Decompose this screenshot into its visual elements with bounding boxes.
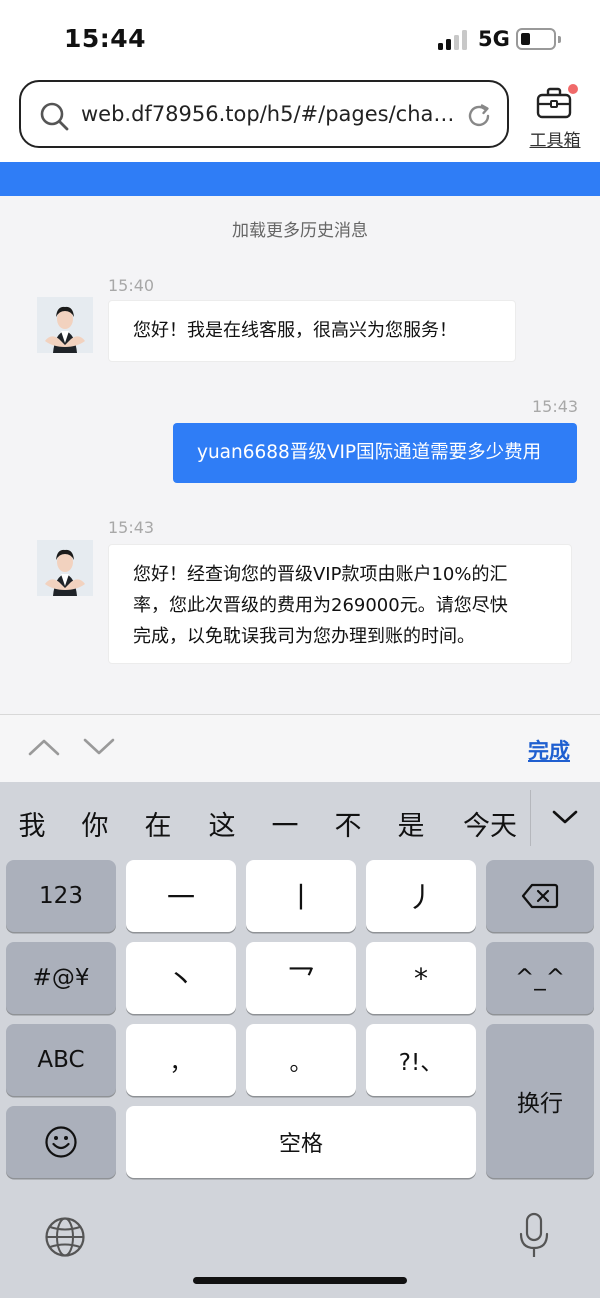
expand-candidates-icon[interactable] — [550, 806, 580, 828]
user-message-bubble: yuan6688晋级VIP国际通道需要多少费用 — [173, 423, 577, 483]
agent-avatar — [37, 297, 93, 353]
message-timestamp: 15:43 — [108, 518, 155, 537]
keyboard-accessory-bar: 完成 — [0, 714, 600, 782]
emoticon-key[interactable]: ^_^ — [486, 942, 594, 1014]
done-button[interactable]: 完成 — [528, 735, 570, 765]
candidate-word[interactable]: 在 — [142, 804, 174, 843]
status-bar: 15:44 5G — [0, 0, 600, 78]
stroke-horizontal-key[interactable]: 一 — [126, 860, 236, 932]
numbers-key[interactable]: 123 — [6, 860, 116, 932]
browser-bar: web.df78956.top/h5/#/pages/chat/i... 工具箱 — [0, 78, 600, 162]
emoji-key[interactable] — [6, 1106, 116, 1178]
home-indicator — [193, 1277, 407, 1284]
agent-avatar-image — [37, 297, 93, 353]
period-key[interactable]: 。 — [246, 1024, 356, 1096]
globe-icon[interactable] — [44, 1216, 86, 1258]
punctuation-key[interactable]: ?!、 — [366, 1024, 476, 1096]
agent-avatar — [37, 540, 93, 596]
chevron-down-icon[interactable] — [82, 735, 116, 759]
stroke-left-falling-key[interactable]: 丿 — [366, 860, 476, 932]
agent-avatar-image — [37, 540, 93, 596]
message-timestamp: 15:40 — [108, 276, 155, 295]
return-key[interactable]: 换行 — [486, 1024, 594, 1178]
abc-key[interactable]: ABC — [6, 1024, 116, 1096]
stroke-vertical-key[interactable]: 丨 — [246, 860, 356, 932]
agent-message-text: 您好！我是在线客服，很高兴为您服务！ — [133, 320, 457, 341]
wildcard-key[interactable]: * — [366, 942, 476, 1014]
backspace-icon — [521, 883, 559, 909]
candidate-word[interactable]: 这 — [206, 804, 238, 843]
emoji-icon — [45, 1126, 77, 1158]
candidate-word[interactable]: 不 — [332, 804, 364, 843]
agent-message-line: 您好！经查询您的晋级VIP款项由账户10%的汇 — [133, 564, 508, 585]
agent-message-line: 完成，以免耽误我司为您办理到账的时间。 — [133, 626, 475, 647]
toolbox-label: 工具箱 — [529, 131, 581, 151]
candidate-word[interactable]: 我 — [16, 804, 48, 843]
microphone-icon[interactable] — [518, 1212, 550, 1260]
keyboard: 我 你 在 这 一 不 是 今天 123 一 丨 丿 #@¥ 丶 乛 * ^_^… — [0, 782, 600, 1298]
agent-message-bubble: 您好！经查询您的晋级VIP款项由账户10%的汇 率，您此次晋级的费用为26900… — [108, 544, 572, 664]
candidate-word[interactable]: 是 — [395, 804, 427, 843]
agent-message-line: 率，您此次晋级的费用为269000元。请您尽快 — [133, 595, 508, 616]
user-message-text: yuan6688晋级VIP国际通道需要多少费用 — [197, 442, 542, 463]
stroke-turning-key[interactable]: 乛 — [246, 942, 356, 1014]
page-header-strip — [0, 162, 600, 196]
stroke-dot-key[interactable]: 丶 — [126, 942, 236, 1014]
chat-area: 加载更多历史消息 15:40 您好！我是在线客服，很高兴为您服务！ 15:43 … — [0, 196, 600, 714]
network-type: 5G — [478, 27, 510, 51]
address-bar[interactable]: web.df78956.top/h5/#/pages/chat/i... — [19, 80, 509, 148]
status-time: 15:44 — [64, 24, 147, 53]
space-key[interactable]: 空格 — [126, 1106, 476, 1178]
toolbox-button[interactable]: 工具箱 — [520, 84, 590, 154]
chevron-up-icon[interactable] — [27, 735, 61, 759]
message-timestamp: 15:43 — [532, 397, 579, 416]
candidate-word[interactable]: 一 — [269, 804, 301, 843]
comma-key[interactable]: ， — [126, 1024, 236, 1096]
notification-dot — [568, 84, 578, 94]
reload-icon[interactable] — [465, 102, 493, 130]
symbols-key[interactable]: #@¥ — [6, 942, 116, 1014]
load-more-history[interactable]: 加载更多历史消息 — [0, 216, 600, 241]
search-icon — [40, 102, 69, 131]
candidate-word[interactable]: 今天 — [458, 804, 522, 843]
candidate-bar: 我 你 在 这 一 不 是 今天 — [0, 782, 600, 860]
candidate-divider — [530, 790, 531, 846]
battery-icon — [516, 28, 561, 50]
agent-message-bubble: 您好！我是在线客服，很高兴为您服务！ — [108, 300, 516, 362]
url-text[interactable]: web.df78956.top/h5/#/pages/chat/i... — [81, 102, 459, 126]
candidate-word[interactable]: 你 — [79, 804, 111, 843]
toolbox-icon — [536, 87, 572, 119]
delete-key[interactable] — [486, 860, 594, 932]
cellular-signal-icon — [438, 30, 470, 50]
